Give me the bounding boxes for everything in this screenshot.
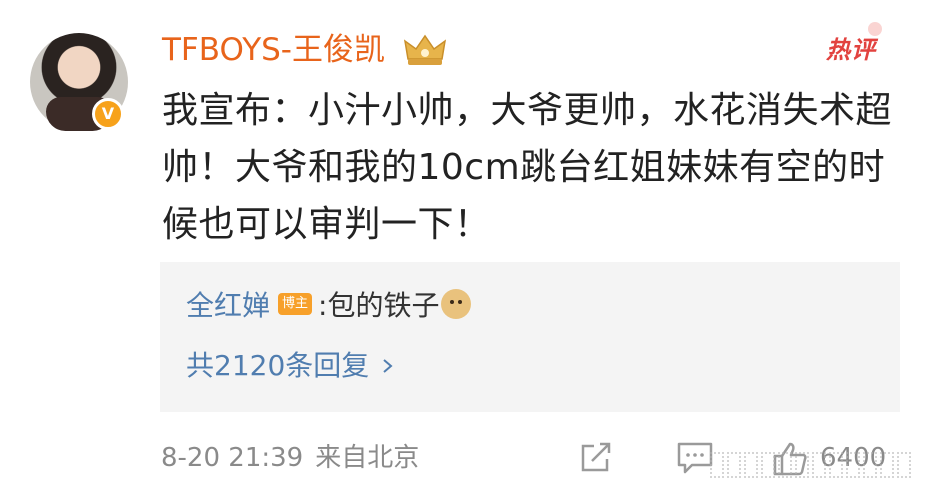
more-replies-label: 共2120条回复 [186, 349, 370, 382]
like-icon[interactable] [772, 441, 808, 477]
doge-emoji-icon [441, 289, 472, 319]
watermark-overlay [710, 448, 927, 482]
chevron-right-icon [383, 359, 393, 373]
reply-preview-box[interactable]: 全红婵 博主:包的铁子 共2120条回复 [160, 262, 900, 412]
post-time: 8-20 21:39 [161, 443, 304, 473]
share-icon[interactable] [578, 441, 614, 475]
reply-preview-line: 全红婵 博主:包的铁子 [186, 284, 472, 328]
post-source: 来自北京 [315, 443, 420, 473]
like-count: 6400 [820, 443, 887, 473]
verified-badge-icon: V [92, 98, 124, 130]
reply-text: 包的铁子 [327, 289, 440, 322]
blogger-tag-badge: 博主 [278, 293, 313, 315]
crown-icon [403, 34, 447, 65]
author-name[interactable]: TFBOYS-王俊凯 [162, 28, 385, 72]
post-content: 我宣布：小汁小帅，大爷更帅，水花消失术超帅！大爷和我的10cm跳台红姐妹妹有空的… [162, 90, 893, 245]
hot-comment-label: 热评 [826, 22, 882, 65]
reply-username[interactable]: 全红婵 [186, 289, 270, 322]
comment-icon[interactable] [676, 441, 714, 475]
more-replies-link[interactable]: 共2120条回复 [186, 344, 395, 388]
post-meta: 8-20 21:39 来自北京 [161, 438, 419, 478]
